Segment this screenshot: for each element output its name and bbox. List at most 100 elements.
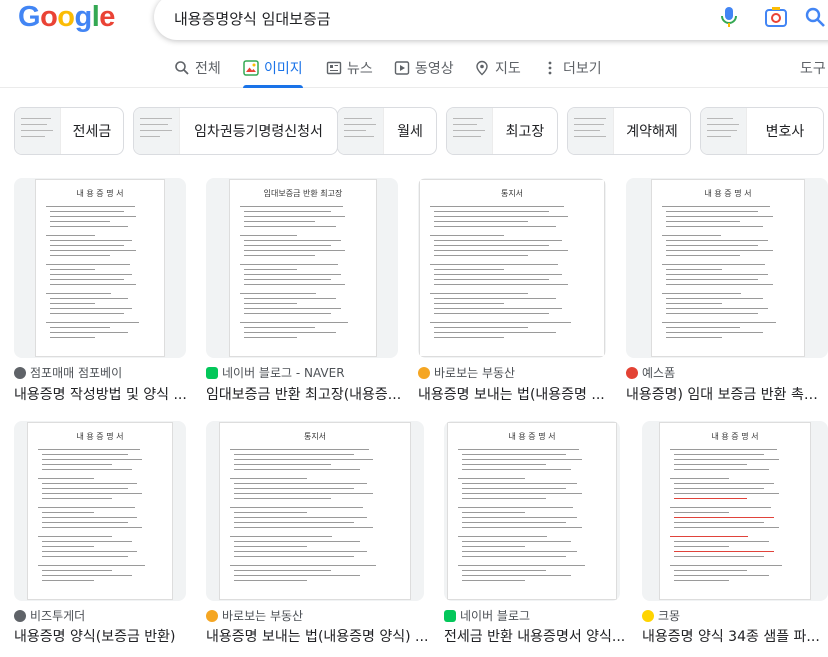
news-icon — [326, 61, 342, 75]
logo-letter: o — [40, 1, 58, 33]
document-text-line — [42, 483, 137, 484]
result-source[interactable]: 바로보는 부동산 — [418, 364, 515, 381]
document-text-line — [462, 580, 525, 581]
document-text-line — [458, 449, 579, 450]
chip-lease-registration[interactable]: 임차권등기명령신청서 — [133, 107, 338, 155]
chip-monthly-rent[interactable]: 월세 — [337, 107, 437, 155]
result-title[interactable]: 내용증명) 임대 보증금 반환 촉구... — [626, 384, 828, 404]
tab-news[interactable]: 뉴스 — [326, 56, 373, 80]
source-name: 크몽 — [658, 609, 681, 623]
document-text-line — [50, 284, 136, 285]
document-text-line — [462, 464, 546, 465]
document-text-line — [434, 269, 504, 270]
document-text-line — [458, 478, 525, 479]
result-thumbnail[interactable]: 통지서 — [206, 421, 424, 601]
microphone-icon[interactable] — [720, 6, 738, 28]
document-preview: 내 용 증 명 서 — [448, 423, 616, 599]
document-text-line — [244, 240, 341, 241]
result-source[interactable]: 바로보는 부동산 — [206, 607, 303, 624]
document-text-line — [42, 469, 132, 470]
result-title[interactable]: 내용증명 작성방법 및 양식 ... — [14, 384, 192, 404]
result-thumbnail[interactable]: 임대보증금 반환 최고장 — [206, 178, 398, 358]
document-text-line — [240, 322, 348, 323]
result-title[interactable]: 내용증명 양식 34종 샘플 파... — [642, 626, 828, 646]
result-thumbnail[interactable]: 내 용 증 명 서 — [626, 178, 828, 358]
document-text-line — [50, 221, 110, 222]
chip-jeonsegeum[interactable]: 전세금 — [14, 107, 124, 155]
map-pin-icon — [476, 60, 488, 76]
document-text-line — [244, 245, 331, 246]
document-text-line — [50, 240, 132, 241]
chip-contract-termination[interactable]: 계약해제 — [567, 107, 691, 155]
document-text-line — [434, 327, 528, 328]
document-text-line — [666, 308, 768, 309]
document-text-line — [670, 449, 777, 450]
document-text-line — [674, 546, 729, 547]
document-text-line — [42, 551, 137, 552]
document-text-line — [434, 221, 528, 222]
result-source[interactable]: 비즈투게더 — [14, 607, 85, 624]
document-text-line — [662, 235, 721, 236]
document-text-line — [674, 454, 764, 455]
result-source[interactable]: 점포매매 점포베이 — [14, 364, 122, 381]
document-text-line — [674, 459, 779, 460]
document-text-line — [244, 298, 336, 299]
tab-maps[interactable]: 지도 — [474, 56, 521, 80]
search-box[interactable]: 내용증명양식 임대보증금 — [154, 0, 828, 40]
result-source[interactable]: 크몽 — [642, 607, 680, 624]
document-text-line — [50, 245, 124, 246]
result-source[interactable]: 네이버 블로그 - NAVER — [206, 364, 345, 381]
result-thumbnail[interactable]: 내 용 증 명 서 — [14, 178, 186, 358]
result-title[interactable]: 내용증명 양식(보증금 반환) — [14, 626, 192, 646]
search-input[interactable]: 내용증명양식 임대보증금 — [174, 8, 331, 29]
result-thumbnail[interactable]: 내 용 증 명 서 — [642, 421, 828, 601]
tools-button[interactable]: 도구 — [800, 56, 826, 80]
result-source[interactable]: 네이버 블로그 — [444, 607, 530, 624]
document-text-line — [674, 575, 769, 576]
source-name: 비즈투게더 — [30, 609, 86, 623]
chip-demand-letter[interactable]: 최고장 — [446, 107, 558, 155]
document-text-line — [462, 546, 525, 547]
result-title[interactable]: 내용증명 보내는 법(내용증명 ... — [418, 384, 612, 404]
document-text-line — [46, 235, 95, 236]
result-source[interactable]: 예스폼 — [626, 364, 675, 381]
document-preview: 임대보증금 반환 최고장 — [230, 180, 376, 356]
document-text-line — [462, 527, 582, 528]
tab-images[interactable]: 이미지 — [243, 56, 303, 88]
tab-all[interactable]: 전체 — [174, 56, 221, 80]
document-text-line — [50, 298, 128, 299]
result-thumbnail[interactable]: 통지서 — [418, 178, 606, 358]
chip-thumbnail — [701, 108, 747, 154]
result-thumbnail[interactable]: 내 용 증 명 서 — [14, 421, 186, 601]
result-thumbnail[interactable]: 내 용 증 명 서 — [444, 421, 620, 601]
document-text-line — [50, 255, 110, 256]
result-title[interactable]: 전세금 반환 내용증명서 양식... — [444, 626, 626, 646]
search-tabs: 전체 이미지 뉴스 동영상 지도 더보기 도구 — [0, 46, 828, 88]
document-text-line — [234, 580, 307, 581]
document-text-line — [46, 322, 139, 323]
camera-lens-icon[interactable] — [764, 6, 788, 28]
chip-lawyer[interactable]: 변호사 — [700, 107, 824, 155]
document-text-line — [234, 493, 373, 494]
document-text-line — [666, 245, 758, 246]
document-text-line — [50, 279, 124, 280]
document-text-line — [666, 332, 763, 333]
tab-videos[interactable]: 동영상 — [394, 56, 454, 80]
document-text-line — [234, 570, 331, 571]
document-preview: 통지서 — [420, 180, 604, 356]
document-text-line — [462, 551, 577, 552]
tab-more[interactable]: 더보기 — [542, 56, 602, 80]
result-title[interactable]: 임대보증금 반환 최고장(내용증... — [206, 384, 404, 404]
naver-icon — [206, 366, 218, 379]
search-icon[interactable] — [804, 6, 826, 28]
document-text-line — [234, 464, 331, 465]
document-text-line — [666, 240, 768, 241]
document-text-line — [674, 522, 764, 523]
document-text-line — [244, 226, 336, 227]
document-text-line — [50, 327, 110, 328]
result-title[interactable]: 내용증명 보내는 법(내용증명 양식) ... — [206, 626, 430, 646]
document-text-line — [434, 255, 528, 256]
document-text-line — [458, 565, 585, 566]
google-logo[interactable]: Google — [18, 1, 115, 34]
document-text-line — [244, 279, 331, 280]
